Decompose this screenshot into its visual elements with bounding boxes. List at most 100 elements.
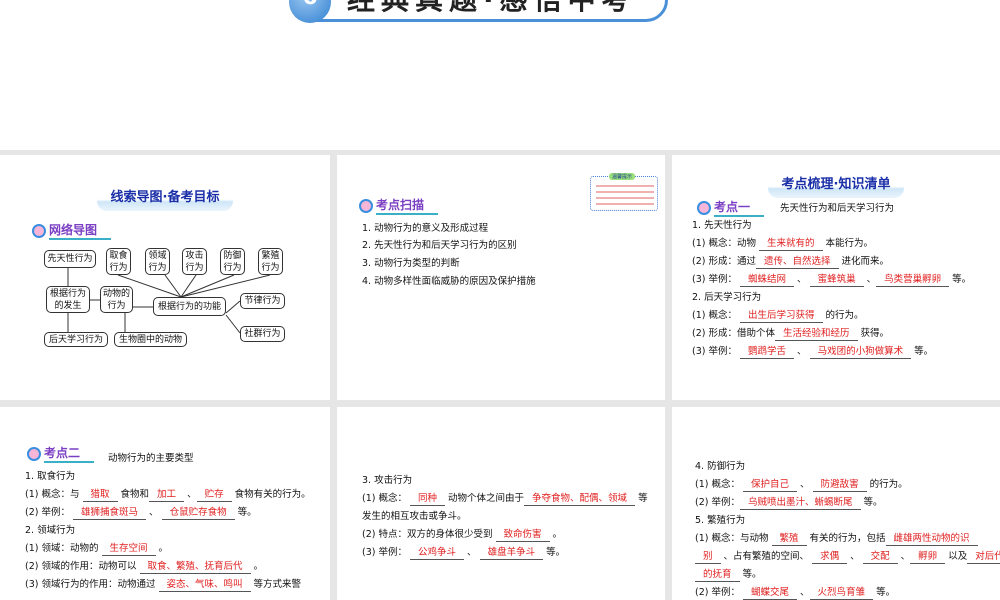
fill-in-answer: 生存空间 <box>101 543 156 556</box>
node-animal-behavior: 动物的 行为 <box>100 286 133 313</box>
line-text: (2) 特点：双方的身体很少受到 <box>362 529 496 540</box>
line-text: 、 <box>794 274 810 285</box>
line-text: 等。 <box>873 587 896 598</box>
line-text: (3) 举例： <box>692 274 740 285</box>
line-text: 3. 攻击行为 <box>362 475 413 486</box>
line-text: (1) 概念： <box>695 479 743 490</box>
line-text: 、 <box>797 479 813 490</box>
line-text: 本能行为。 <box>822 238 874 249</box>
line-text: 食物和 <box>117 489 150 500</box>
line-text: 。 <box>250 561 264 572</box>
text-line: 5. 繁殖行为 <box>695 514 745 528</box>
node-by-function: 根据行为的功能 <box>153 297 226 316</box>
fill-in-answer: 致命伤害 <box>495 529 550 542</box>
node-learned: 后天学习行为 <box>44 332 108 347</box>
line-text: 的行为。 <box>866 479 908 490</box>
section-banner: 6 经典真题·感悟中考 <box>289 0 668 23</box>
line-text: 4. 防御行为 <box>695 461 746 472</box>
text-line: (2) 形成：通过 遗传、自然选择 进化而来。 <box>692 255 889 269</box>
fill-in-answer: 火烈鸟育雏 <box>809 587 874 600</box>
line-text: (1) 概念：与 <box>25 489 83 500</box>
fill-in-answer: 生活经验和经历 <box>774 328 858 341</box>
exam-point-item: 2. 先天性行为和后天学习行为的区别 <box>362 240 517 251</box>
section-heading: 先天性行为和后天学习行为 <box>780 203 895 214</box>
line-text: 2. 后天学习行为 <box>692 292 762 303</box>
text-line: (1) 概念：动物 生来就有的 本能行为。 <box>692 237 873 251</box>
tag-icon <box>359 198 373 213</box>
fill-in-answer: 防避敌害 <box>812 479 867 492</box>
line-text: 等。 <box>234 507 257 518</box>
line-text: 1. 取食行为 <box>25 471 76 482</box>
text-line: 的抚育 等。 <box>695 568 762 582</box>
line-text: (1) 领域：动物的 <box>25 543 102 554</box>
node-social: 社群行为 <box>240 326 285 342</box>
fill-in-answer: 贮存 <box>196 489 232 502</box>
line-text: (3) 领域行为的作用：动物通过 <box>25 579 159 590</box>
fill-in-answer: 雄狮捕食斑马 <box>73 507 147 520</box>
fill-in-answer: 的抚育 <box>695 569 740 582</box>
text-line: 1. 先天性行为 <box>692 219 752 233</box>
slide-behavior-types-1[interactable]: 考点二 动物行为的主要类型 1. 取食行为 (1) 概念：与 猎取 食物和 加工 、… <box>0 407 330 600</box>
fill-in-answer: 雌雄两性动物的识 <box>885 533 978 546</box>
node-by-origin: 根据行为 的发生 <box>46 286 90 313</box>
text-line: 3. 攻击行为 <box>362 474 412 488</box>
line-text: 、 <box>464 547 480 558</box>
text-line: 1. 取食行为 <box>25 470 75 484</box>
fill-in-answer: 同种 <box>410 493 446 506</box>
node-innate: 先天性行为 <box>44 250 96 268</box>
line-text: (1) 概念：与动物 <box>695 533 772 544</box>
slide-knowledge-list[interactable]: 考点梳理·知识清单 考点一 先天性行为和后天学习行为 1. 先天性行为 (1) 概… <box>672 155 1000 400</box>
text-line: 发生的相互攻击或争斗。 <box>362 510 467 524</box>
slide-exam-points[interactable]: 考点扫描 温馨提示 1. 动物行为的意义及形成过程 2. 先天性行为和后天学习行… <box>337 155 665 400</box>
banner-title: 经典真题·感悟中考 <box>347 0 636 15</box>
line-text: 、 <box>146 507 162 518</box>
fill-in-answer: 姿态、气味、鸣叫 <box>158 579 251 592</box>
fill-in-answer: 对后代 <box>967 551 1000 564</box>
node-reproduce: 繁殖 行为 <box>258 248 283 275</box>
exam-point-item: 3. 动物行为类型的判断 <box>362 258 460 269</box>
text-line: 2. 领域行为 <box>25 524 75 538</box>
slide-mind-map[interactable]: 线索导图·备考目标 网络导图 先天性行为 取食 行为 领域 行为 攻击 行为 防… <box>0 155 330 400</box>
text-line: (1) 概念：与 猎取 食物和 加工 、贮存 食物有关的行为。 <box>25 488 311 502</box>
tag-icon <box>697 200 711 215</box>
tip-note-title: 温馨提示 <box>609 173 636 180</box>
text-line: (1) 概念：与动物 繁殖 有关的行为，包括 雌雄两性动物的识 <box>695 532 978 546</box>
fill-in-answer: 加工 <box>149 489 185 502</box>
text-line: (1) 概念： 同种 动物个体之间由于 争夺食物、配偶、领域 等 <box>362 492 648 506</box>
line-text: 等。 <box>543 547 566 558</box>
line-text: 2. 领域行为 <box>25 525 76 536</box>
text-line: 4. 防御行为 <box>695 460 745 474</box>
banner-number-badge: 6 <box>289 0 331 23</box>
text-line: 别 、占有繁殖的空间、 求偶 、 交配 、孵卵 以及 对后代 <box>695 550 1000 564</box>
slide-behavior-types-3[interactable]: 4. 防御行为 (1) 概念： 保护自己 、 防避敌害 的行为。 (2) 举例： 乌贼… <box>672 407 1000 600</box>
section-tag: 考点扫描 <box>359 196 439 215</box>
text-line: (2) 举例： 雄狮捕食斑马 、 仓鼠贮存食物 等。 <box>25 506 257 520</box>
section-tag: 考点二 <box>27 444 95 463</box>
fill-in-answer: 雄盘羊争斗 <box>479 547 544 560</box>
node-feeding: 取食 行为 <box>106 248 131 275</box>
fill-in-answer: 公鸡争斗 <box>410 547 465 560</box>
line-text: 以及 <box>945 551 968 562</box>
exam-point-item: 4. 动物多样性面临威胁的原因及保护措施 <box>362 276 536 287</box>
slide-behavior-types-2[interactable]: 3. 攻击行为 (1) 概念： 同种 动物个体之间由于 争夺食物、配偶、领域 等发生… <box>337 407 665 600</box>
line-text: 5. 繁殖行为 <box>695 515 746 526</box>
text-line: (1) 概念： 出生后学习获得 的行为。 <box>692 309 864 323</box>
line-text: 动物个体之间由于 <box>445 493 525 504</box>
fill-in-answer: 交配 <box>862 551 898 564</box>
node-attack: 攻击 行为 <box>182 248 207 275</box>
tip-note-box: 温馨提示 <box>590 173 658 211</box>
line-text: 、 <box>797 587 810 598</box>
line-text: 等。 <box>860 497 883 508</box>
text-line: (2) 领域的作用：动物可以 取食、繁殖、抚育后代 。 <box>25 560 263 574</box>
fill-in-answer: 仓鼠贮存食物 <box>161 507 235 520</box>
exam-point-item: 1. 动物行为的意义及形成过程 <box>362 223 489 234</box>
node-rhythm: 节律行为 <box>240 293 285 309</box>
text-line: (2) 特点：双方的身体很少受到 致命伤害 。 <box>362 528 562 542</box>
line-text: 等。 <box>949 274 972 285</box>
fill-in-answer: 蜘蛛结网 <box>740 274 795 287</box>
line-text: (1) 概念：动物 <box>692 238 759 249</box>
fill-in-answer: 猎取 <box>82 489 118 502</box>
fill-in-answer: 出生后学习获得 <box>740 310 823 323</box>
node-defense: 防御 行为 <box>220 248 245 275</box>
fill-in-answer: 保护自己 <box>743 479 798 492</box>
